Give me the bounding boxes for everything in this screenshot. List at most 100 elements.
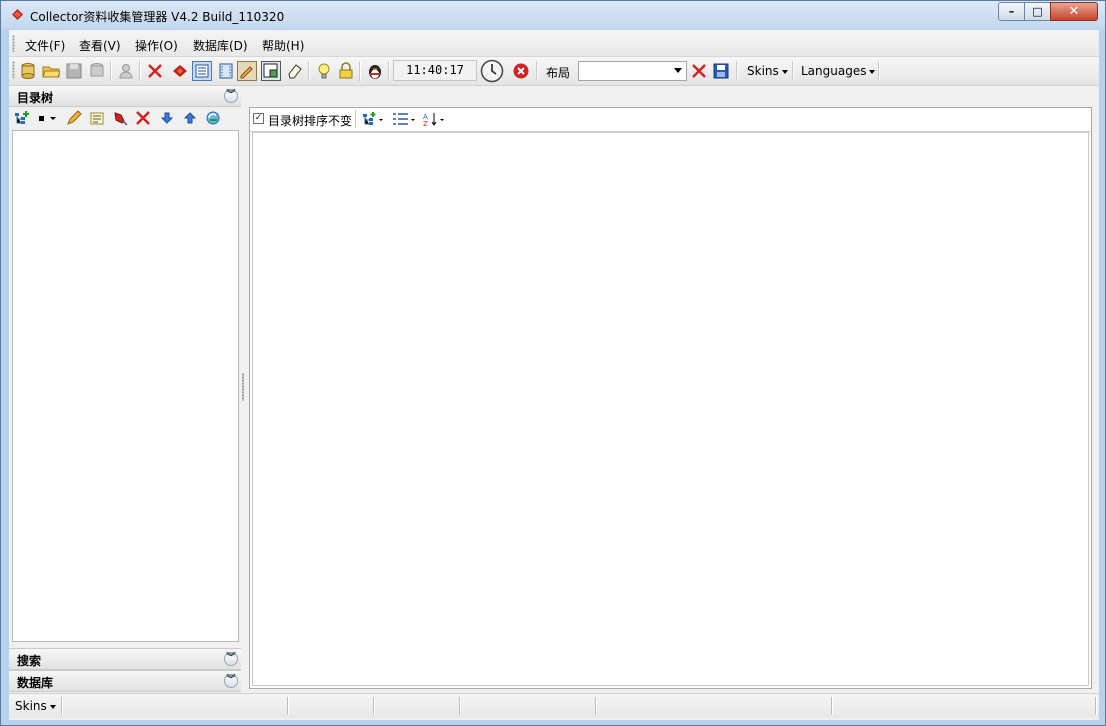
save-icon[interactable] (65, 62, 83, 80)
collapse-icon[interactable]: ︾ (224, 89, 238, 103)
status-separator (459, 697, 461, 715)
status-skins-label: Skins (15, 699, 47, 713)
clock-display: 11:40:17 (393, 60, 477, 81)
view-mode-dropdown-icon[interactable] (392, 111, 416, 127)
search-panel-title: 搜索 (17, 654, 42, 668)
color-picker-icon[interactable] (35, 110, 57, 126)
tree-toolbar (9, 107, 241, 129)
delete-icon[interactable] (146, 62, 164, 80)
toolbar-separator (878, 61, 880, 81)
app-logo-icon (12, 9, 23, 20)
status-bar: Skins (9, 693, 1099, 718)
status-skins-dropdown[interactable]: Skins (15, 699, 56, 713)
menu-view[interactable]: 查看(V) (79, 37, 121, 54)
chevron-down-icon (869, 69, 876, 74)
status-separator (595, 697, 597, 715)
right-panel: ✓ 目录树排序不变 AZ (249, 107, 1092, 689)
refresh-icon[interactable] (205, 110, 221, 126)
properties-icon[interactable] (89, 110, 105, 126)
toolbar-separator (359, 61, 361, 81)
user-icon[interactable] (117, 62, 135, 80)
delete-layout-icon[interactable] (690, 62, 708, 80)
database-panel-header[interactable]: 数据库 ︾ (9, 670, 241, 692)
close-icon: ✕ (1068, 4, 1080, 19)
save-layout-icon[interactable] (712, 62, 730, 80)
expand-icon[interactable]: ︾ (224, 674, 238, 688)
status-separator (61, 697, 63, 715)
tree-view-icon[interactable] (192, 61, 212, 81)
lightbulb-icon[interactable] (315, 62, 333, 80)
maximize-button[interactable]: □ (1024, 2, 1051, 21)
menu-file[interactable]: 文件(F) (25, 37, 65, 54)
clock-icon[interactable] (480, 59, 504, 83)
open-folder-icon[interactable] (42, 62, 60, 80)
window-title: Collector资料收集管理器 V4.2 Build_110320 (30, 10, 285, 24)
toolbar-separator (388, 61, 390, 81)
stop-icon[interactable] (512, 62, 530, 80)
lock-icon[interactable] (337, 62, 355, 80)
maximize-icon: □ (1032, 5, 1043, 18)
skins-label: Skins (747, 64, 779, 78)
left-panel: 目录树 ︾ 搜索 ︾ 数据库 ︾ (9, 86, 241, 692)
edit-note-icon[interactable] (237, 61, 257, 81)
add-node-icon[interactable] (14, 110, 30, 126)
tree-panel-title: 目录树 (17, 91, 54, 105)
chevron-down-icon (49, 704, 56, 709)
menu-grip[interactable] (12, 35, 15, 52)
window-layout-icon[interactable] (261, 61, 281, 81)
status-separator (373, 697, 375, 715)
menu-database[interactable]: 数据库(D) (193, 37, 248, 54)
sort-lock-label: 目录树排序不变 (268, 114, 353, 128)
rename-pencil-icon[interactable] (66, 110, 82, 126)
qq-penguin-icon[interactable] (366, 62, 384, 80)
chevron-down-icon (674, 68, 682, 73)
tree-panel-header[interactable]: 目录树 ︾ (9, 86, 241, 107)
close-database-icon[interactable] (88, 62, 106, 80)
directory-tree[interactable] (12, 130, 239, 642)
film-strip-icon[interactable] (217, 62, 235, 80)
svg-text:Z: Z (423, 120, 428, 127)
menu-help[interactable]: 帮助(H) (262, 37, 304, 54)
minimize-button[interactable]: – (998, 2, 1025, 21)
skins-dropdown[interactable]: Skins (747, 64, 788, 78)
search-panel-header[interactable]: 搜索 ︾ (9, 648, 241, 670)
app-window: Collector资料收集管理器 V4.2 Build_110320 – □ ✕… (0, 0, 1106, 726)
client-area: 文件(F) 查看(V) 操作(O) 数据库(D) 帮助(H) 11:40:17 … (9, 30, 1099, 720)
layout-label: 布局 (546, 66, 571, 80)
delete-node-icon[interactable] (135, 110, 151, 126)
toolbar-separator (139, 61, 141, 81)
minimize-icon: – (1008, 5, 1015, 18)
move-down-icon[interactable] (159, 110, 175, 126)
toolbar-separator (308, 61, 310, 81)
status-separator (287, 697, 289, 715)
panel-splitter[interactable] (242, 373, 244, 401)
move-up-icon[interactable] (182, 110, 198, 126)
menu-operation[interactable]: 操作(O) (135, 37, 178, 54)
status-separator (1095, 697, 1097, 715)
add-item-dropdown-icon[interactable] (362, 111, 384, 127)
toolbar-separator (110, 61, 112, 81)
sort-az-icon[interactable]: AZ (422, 111, 446, 127)
close-window-button[interactable]: ✕ (1050, 2, 1098, 21)
toolbar-separator (536, 61, 538, 81)
layout-select[interactable] (578, 61, 687, 81)
title-bar[interactable]: Collector资料收集管理器 V4.2 Build_110320 – □ ✕ (1, 1, 1105, 29)
toolbar-separator (792, 61, 794, 81)
toolbar-grip[interactable] (12, 61, 15, 78)
main-toolbar: 11:40:17 布局 Skins Languages (9, 57, 1099, 86)
toolbar-separator (736, 61, 738, 81)
languages-label: Languages (801, 64, 867, 78)
eraser-icon[interactable] (286, 62, 304, 80)
toolbar-separator (355, 110, 357, 128)
expand-icon[interactable]: ︾ (224, 652, 238, 666)
sort-lock-checkbox[interactable]: ✓ (253, 113, 264, 124)
book-icon[interactable] (171, 62, 189, 80)
content-view[interactable] (252, 132, 1089, 686)
languages-dropdown[interactable]: Languages (801, 64, 876, 78)
new-database-icon[interactable] (19, 62, 37, 80)
content-toolbar: ✓ 目录树排序不变 AZ (250, 108, 1091, 132)
pin-icon[interactable] (112, 110, 128, 126)
database-panel-title: 数据库 (17, 676, 54, 690)
chevron-down-icon (781, 69, 788, 74)
status-separator (831, 697, 833, 715)
